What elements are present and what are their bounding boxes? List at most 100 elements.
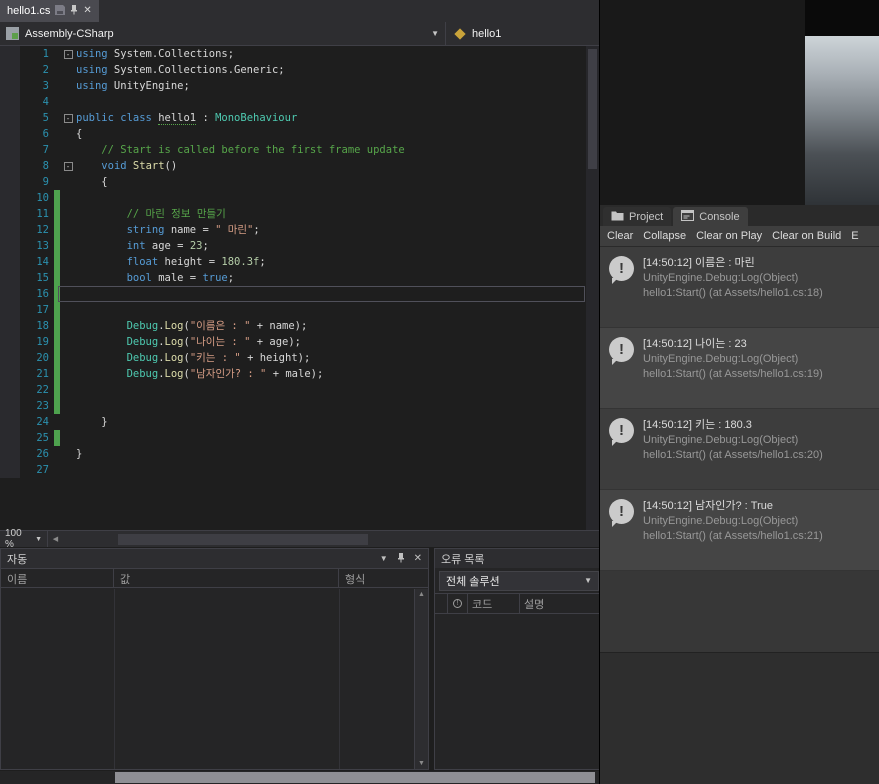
code-line[interactable]: 4 [0, 94, 599, 110]
scrollbar-thumb[interactable] [118, 534, 368, 545]
console-clear-on-build-button[interactable]: Clear on Build [767, 228, 846, 244]
console-log-entry[interactable]: ! [14:50:12] 키는 : 180.3 UnityEngine.Debu… [600, 409, 879, 490]
code-line[interactable]: 27 [0, 462, 599, 478]
code-line[interactable]: 3 using UnityEngine; [0, 78, 599, 94]
zoom-control[interactable]: 100 % ▼ [0, 528, 48, 550]
code-line[interactable]: 12 string name = " 마린"; [0, 222, 599, 238]
error-list-titlebar[interactable]: 오류 목록 [435, 549, 603, 568]
code-line[interactable]: 18 Debug.Log("이름은 : " + name); [0, 318, 599, 334]
console-log-entry[interactable]: ! [14:50:12] 나이는 : 23 UnityEngine.Debug:… [600, 328, 879, 409]
breakpoint-margin[interactable] [0, 382, 20, 398]
code-line[interactable]: 6{ [0, 126, 599, 142]
breakpoint-margin[interactable] [0, 286, 20, 302]
code-line[interactable]: 2 using System.Collections.Generic; [0, 62, 599, 78]
breakpoint-margin[interactable] [0, 414, 20, 430]
breakpoint-margin[interactable] [0, 270, 20, 286]
code-line[interactable]: 9 { [0, 174, 599, 190]
scroll-left-arrow-icon[interactable]: ◀ [48, 531, 63, 547]
console-log-list[interactable]: ! [14:50:12] 이름은 : 마린 UnityEngine.Debug:… [600, 247, 879, 652]
pin-icon[interactable] [397, 552, 405, 566]
autos-grid-body[interactable] [1, 589, 414, 769]
breakpoint-margin[interactable] [0, 254, 20, 270]
console-log-entry[interactable]: ! [14:50:12] 이름은 : 마린 UnityEngine.Debug:… [600, 247, 879, 328]
code-line[interactable]: 7 // Start is called before the first fr… [0, 142, 599, 158]
code-line[interactable]: 1- using System.Collections; [0, 46, 599, 62]
console-clear-button[interactable]: Clear [602, 228, 638, 244]
column-header-code[interactable]: 코드 [468, 594, 520, 613]
code-line[interactable]: 16 [0, 286, 599, 302]
breakpoint-margin[interactable] [0, 446, 20, 462]
breakpoint-margin[interactable] [0, 190, 20, 206]
editor-horizontal-scrollbar[interactable] [63, 531, 599, 547]
code-line[interactable]: 10 [0, 190, 599, 206]
breakpoint-margin[interactable] [0, 222, 20, 238]
code-line[interactable]: 24 } [0, 414, 599, 430]
project-dropdown[interactable]: Assembly-CSharp ▼ [0, 22, 445, 45]
column-header-name[interactable]: 이름 [1, 569, 114, 587]
breakpoint-margin[interactable] [0, 462, 20, 478]
breakpoint-margin[interactable] [0, 94, 20, 110]
breakpoint-margin[interactable] [0, 366, 20, 382]
code-line[interactable]: 23 [0, 398, 599, 414]
type-dropdown[interactable]: hello1 [445, 22, 599, 45]
console-detail-pane[interactable] [600, 652, 879, 784]
breakpoint-margin[interactable] [0, 158, 20, 174]
window-position-icon[interactable]: ▼ [380, 554, 388, 563]
fold-marker[interactable]: - [60, 110, 76, 126]
autos-panel-titlebar[interactable]: 자동 ▼ ✕ [1, 549, 428, 568]
column-header-description[interactable]: 설명 [520, 594, 603, 613]
breakpoint-margin[interactable] [0, 430, 20, 446]
bottom-scrollbar[interactable] [0, 771, 599, 784]
severity-column-header[interactable]: ! [448, 594, 468, 613]
pin-icon[interactable] [70, 4, 78, 18]
breakpoint-margin[interactable] [0, 78, 20, 94]
code-line[interactable]: 13 int age = 23; [0, 238, 599, 254]
breakpoint-margin[interactable] [0, 318, 20, 334]
breakpoint-margin[interactable] [0, 142, 20, 158]
code-line[interactable]: 5- public class hello1 : MonoBehaviour [0, 110, 599, 126]
tab-project[interactable]: Project [603, 207, 672, 226]
breakpoint-margin[interactable] [0, 110, 20, 126]
console-error-pause-button[interactable]: E [846, 228, 863, 244]
breakpoint-margin[interactable] [0, 62, 20, 78]
breakpoint-margin[interactable] [0, 174, 20, 190]
column-header-type[interactable]: 형식 [339, 569, 428, 587]
code-line[interactable]: 19 Debug.Log("나이는 : " + age); [0, 334, 599, 350]
code-line[interactable]: 14 float height = 180.3f; [0, 254, 599, 270]
code-line[interactable]: 25 [0, 430, 599, 446]
fold-marker[interactable]: - [60, 158, 76, 174]
editor-vertical-scrollbar[interactable] [586, 46, 599, 530]
code-line[interactable]: 26} [0, 446, 599, 462]
autos-vertical-scrollbar[interactable]: ▲ ▼ [414, 589, 428, 769]
breakpoint-margin[interactable] [0, 398, 20, 414]
column-header-value[interactable]: 값 [114, 569, 339, 587]
close-icon[interactable]: ✕ [414, 553, 422, 564]
console-collapse-button[interactable]: Collapse [638, 228, 691, 244]
code-line[interactable]: 8- void Start() [0, 158, 599, 174]
scroll-up-arrow-icon[interactable]: ▲ [418, 591, 425, 598]
scrollbar-thumb[interactable] [115, 772, 595, 783]
tab-hello1-cs[interactable]: hello1.cs ✕ [0, 0, 99, 22]
code-line[interactable]: 15 bool male = true; [0, 270, 599, 286]
breakpoint-margin[interactable] [0, 334, 20, 350]
breakpoint-margin[interactable] [0, 350, 20, 366]
code-line[interactable]: 22 [0, 382, 599, 398]
solution-scope-dropdown[interactable]: 전체 솔루션 ▼ [439, 570, 599, 591]
code-line[interactable]: 11 // 마린 정보 만들기 [0, 206, 599, 222]
breakpoint-margin[interactable] [0, 302, 20, 318]
breakpoint-margin[interactable] [0, 46, 20, 62]
close-icon[interactable]: ✕ [83, 6, 91, 16]
breakpoint-margin[interactable] [0, 238, 20, 254]
fold-marker[interactable]: - [60, 46, 76, 62]
tab-console[interactable]: Console [673, 207, 748, 226]
breakpoint-margin[interactable] [0, 126, 20, 142]
console-log-entry[interactable]: ! [14:50:12] 남자인가? : True UnityEngine.De… [600, 490, 879, 571]
scrollbar-thumb[interactable] [588, 49, 597, 169]
console-clear-on-play-button[interactable]: Clear on Play [691, 228, 767, 244]
code-editor[interactable]: 1- using System.Collections; 2 using System… [0, 46, 599, 530]
code-line[interactable]: 17 [0, 302, 599, 318]
code-line[interactable]: 21 Debug.Log("남자인가? : " + male); [0, 366, 599, 382]
code-line[interactable]: 20 Debug.Log("키는 : " + height); [0, 350, 599, 366]
breakpoint-margin[interactable] [0, 206, 20, 222]
scroll-down-arrow-icon[interactable]: ▼ [418, 760, 425, 767]
